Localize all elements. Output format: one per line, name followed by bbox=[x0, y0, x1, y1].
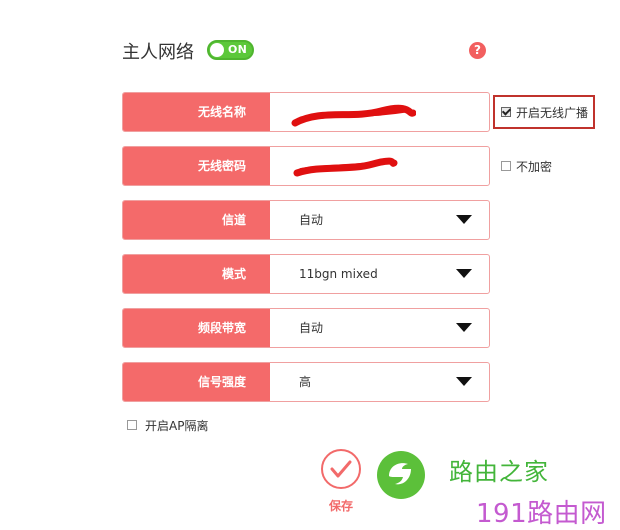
ssid-row: 无线名称 bbox=[122, 92, 490, 132]
ssid-redaction bbox=[291, 104, 416, 127]
mode-value: 11bgn mixed bbox=[299, 267, 378, 281]
ssid-label: 无线名称 bbox=[123, 93, 270, 131]
signal-value: 高 bbox=[299, 375, 312, 389]
mode-select[interactable]: 模式 11bgn mixed bbox=[122, 254, 490, 294]
save-button[interactable] bbox=[321, 449, 361, 489]
check-icon bbox=[330, 460, 352, 478]
chevron-down-icon bbox=[456, 323, 472, 332]
password-row: 无线密码 bbox=[122, 146, 490, 186]
broadcast-checkbox[interactable] bbox=[501, 107, 511, 117]
help-icon[interactable]: ? bbox=[469, 42, 486, 59]
password-label: 无线密码 bbox=[123, 147, 270, 185]
ap-isolation-label: 开启AP隔离 bbox=[145, 419, 209, 433]
no-encrypt-label: 不加密 bbox=[516, 160, 553, 174]
chevron-down-icon bbox=[456, 269, 472, 278]
no-encrypt-checkbox[interactable] bbox=[501, 161, 511, 171]
chevron-down-icon bbox=[456, 377, 472, 386]
network-toggle[interactable]: ON bbox=[207, 40, 254, 60]
mode-label: 模式 bbox=[123, 255, 270, 293]
ap-isolation-checkbox[interactable] bbox=[127, 420, 137, 430]
bandwidth-value: 自动 bbox=[299, 321, 324, 335]
bandwidth-label: 频段带宽 bbox=[123, 309, 270, 347]
broadcast-label: 开启无线广播 bbox=[516, 106, 589, 120]
toggle-label: ON bbox=[228, 43, 248, 56]
channel-label: 信道 bbox=[123, 201, 270, 239]
section-title: 主人网络 bbox=[122, 42, 194, 63]
chevron-down-icon bbox=[456, 215, 472, 224]
signal-label: 信号强度 bbox=[123, 363, 270, 401]
channel-select[interactable]: 信道 自动 bbox=[122, 200, 490, 240]
watermark-logo-icon bbox=[377, 451, 425, 499]
save-label[interactable]: 保存 bbox=[329, 497, 353, 514]
watermark-text-2: 191路由网 bbox=[476, 499, 607, 529]
password-redaction bbox=[293, 157, 398, 177]
channel-value: 自动 bbox=[299, 213, 324, 227]
watermark-text-1: 路由之家 bbox=[449, 458, 549, 486]
toggle-knob bbox=[210, 43, 224, 57]
signal-select[interactable]: 信号强度 高 bbox=[122, 362, 490, 402]
bandwidth-select[interactable]: 频段带宽 自动 bbox=[122, 308, 490, 348]
